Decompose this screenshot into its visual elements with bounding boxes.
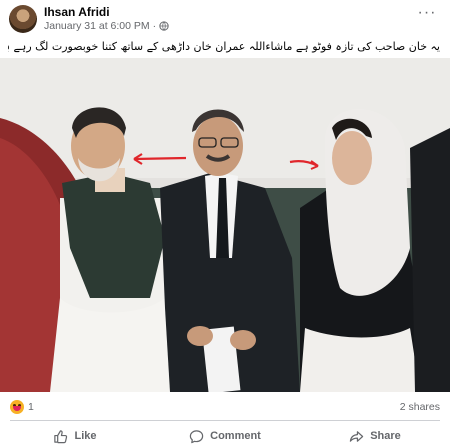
share-label: Share (370, 430, 401, 442)
like-label: Like (74, 430, 97, 442)
comment-label: Comment (210, 430, 261, 442)
shares-count[interactable]: 2 shares (400, 401, 440, 413)
globe-icon (159, 21, 169, 31)
post-actions: Like Comment Share (0, 424, 450, 448)
post-meta: January 31 at 6:00 PM · (44, 20, 169, 32)
thumbs-up-icon (54, 429, 68, 443)
author-avatar[interactable] (9, 5, 37, 33)
more-options-button[interactable]: ··· (416, 5, 438, 24)
post-header: Ihsan Afridi January 31 at 6:00 PM · ··· (0, 0, 450, 40)
author-name[interactable]: Ihsan Afridi (44, 5, 110, 19)
share-button[interactable]: Share (300, 424, 450, 448)
post-timestamp[interactable]: January 31 at 6:00 PM (44, 20, 150, 32)
meta-separator: · (152, 20, 157, 32)
facebook-post: Ihsan Afridi January 31 at 6:00 PM · ···… (0, 0, 450, 448)
comment-icon (189, 429, 204, 443)
photo-image (0, 58, 450, 392)
post-photo[interactable] (0, 58, 450, 392)
post-caption: یہ خان صاحب کی تازہ فوٹو ہے ماشاءاللہ عم… (8, 40, 440, 53)
comment-button[interactable]: Comment (150, 424, 300, 448)
reaction-count[interactable]: 1 (28, 401, 34, 413)
share-icon (350, 430, 364, 442)
like-button[interactable]: Like (0, 424, 150, 448)
reactions-bar: 1 2 shares (0, 396, 450, 418)
actions-divider (10, 420, 440, 421)
